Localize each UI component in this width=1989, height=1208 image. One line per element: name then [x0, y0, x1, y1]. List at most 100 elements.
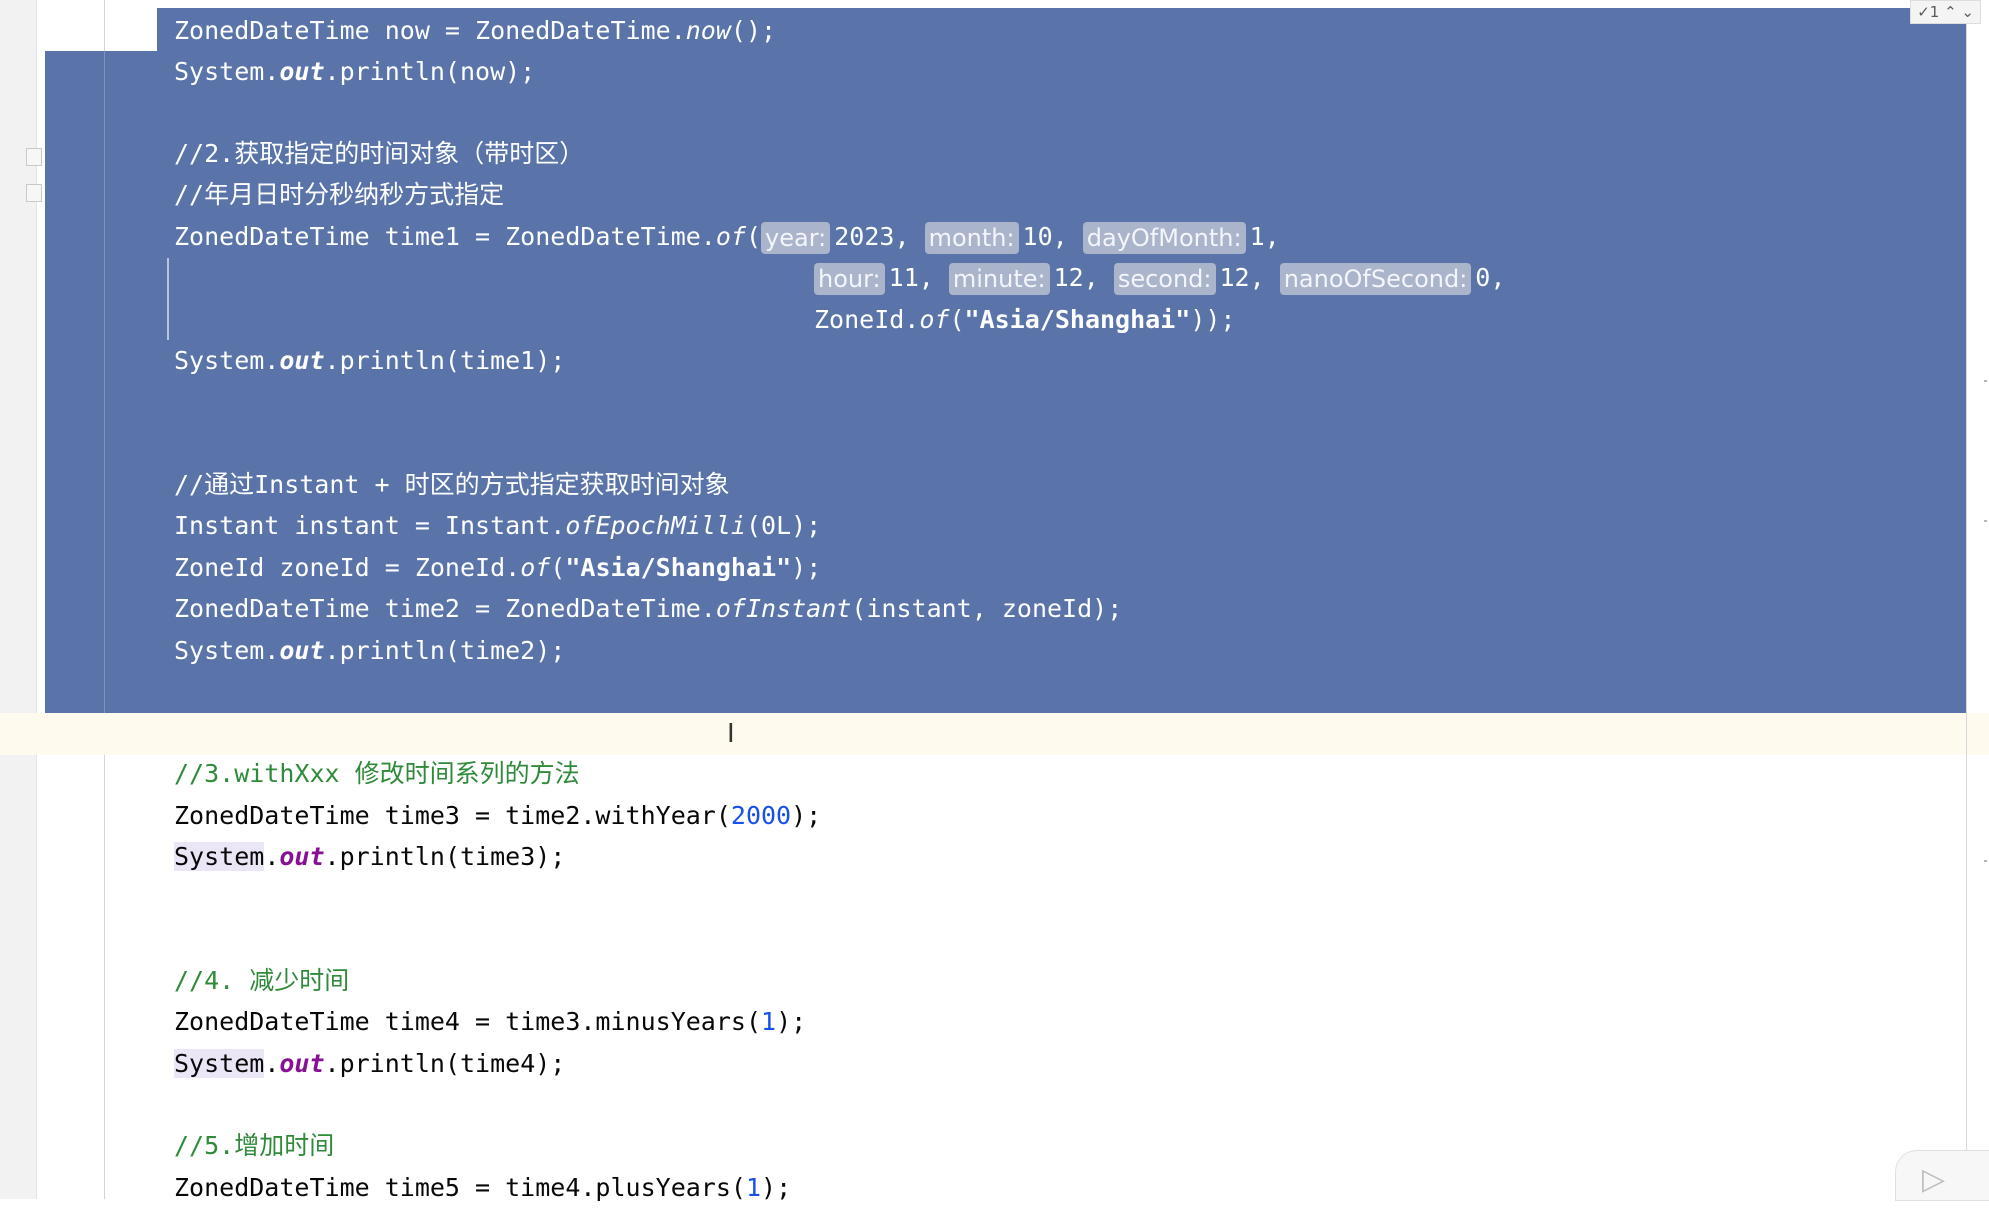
number-token: 0, [1475, 263, 1506, 292]
code-line-print1[interactable]: System.out.println(time1); [174, 340, 565, 381]
indent-guide [167, 258, 169, 340]
method-token: now [685, 16, 731, 45]
comment-token: //2.获取指定的时间对象（带时区） [174, 139, 585, 168]
field-token: out [279, 346, 325, 375]
code-token: System. [174, 636, 280, 665]
code-token: ); [791, 801, 822, 830]
code-line-instant[interactable]: Instant instant = Instant.ofEpochMilli(0… [174, 505, 821, 546]
code-token: (0L); [745, 511, 822, 540]
param-hint-hour: hour: [814, 263, 885, 295]
identifier-highlight: System [174, 1049, 265, 1078]
code-token: ZoneId. [814, 305, 920, 334]
number-token: 12, [1219, 263, 1280, 292]
inspection-status-badge[interactable]: ✓1 ⌃ ⌄ [1910, 0, 1981, 24]
code-token: .println(time3); [324, 842, 566, 871]
code-token: ( [949, 305, 965, 334]
field-token: out [279, 636, 325, 665]
number-token: 1, [1249, 222, 1280, 251]
comment-token: //年月日时分秒纳秒方式指定 [174, 180, 505, 209]
code-token: ZoneId zoneId = ZoneId. [174, 553, 521, 582]
code-token: . [264, 842, 280, 871]
code-token: .println(time1); [324, 346, 566, 375]
code-line-of-cont[interactable]: hour: 11, minute: 12, second: 12, nanoOfSec… [814, 257, 1505, 298]
code-token: . [264, 1049, 280, 1078]
editor-gutter [0, 0, 37, 1199]
code-token: ); [791, 553, 822, 582]
method-token: ofEpochMilli [565, 511, 746, 540]
method-token: of [919, 305, 950, 334]
code-line-2[interactable]: System.out.println(now); [174, 51, 535, 92]
method-token: of [715, 222, 746, 251]
code-token: ( [745, 222, 762, 251]
code-line-time2[interactable]: ZonedDateTime time2 = ZonedDateTime.ofIn… [174, 588, 1122, 629]
code-token: (); [730, 16, 777, 45]
code-line-time4[interactable]: ZonedDateTime time4 = time3.minusYears(1… [174, 1001, 806, 1042]
comment-token: //3.withXxx 修改时间系列的方法 [174, 759, 580, 788]
code-token: .println(time4); [324, 1049, 566, 1078]
comment-line[interactable]: //5.增加时间 [174, 1125, 334, 1166]
string-token: "Asia/Shanghai" [964, 305, 1191, 334]
code-line-zone[interactable]: ZoneId.of("Asia/Shanghai")); [814, 299, 1235, 340]
number-token: 2000 [730, 801, 792, 830]
code-token: ZonedDateTime time4 = time3.minusYears( [174, 1007, 761, 1036]
code-line-print2[interactable]: System.out.println(time2); [174, 630, 565, 671]
code-token: ZonedDateTime time2 = ZonedDateTime. [174, 594, 716, 623]
param-hint-day: dayOfMonth: [1082, 222, 1246, 254]
comment-line[interactable]: //3.withXxx 修改时间系列的方法 [174, 753, 580, 794]
field-token: out [279, 57, 325, 86]
string-token: "Asia/Shanghai" [565, 553, 792, 582]
current-line-highlight [0, 713, 1989, 755]
comment-token: //通过Instant + 时区的方式指定获取时间对象 [174, 470, 730, 499]
code-token: System. [174, 346, 280, 375]
code-line-print4[interactable]: System.out.println(time4); [174, 1043, 565, 1084]
param-hint-second: second: [1113, 263, 1216, 295]
comment-token: //5.增加时间 [174, 1131, 335, 1160]
code-line-print3[interactable]: System.out.println(time3); [174, 836, 565, 877]
comment-token: //4. 减少时间 [174, 966, 350, 995]
number-token: 10, [1022, 222, 1083, 251]
fold-start-icon[interactable] [26, 148, 42, 166]
param-hint-nano: nanoOfSecond: [1279, 263, 1472, 295]
method-token: ofInstant [715, 594, 852, 623]
code-token: ); [776, 1007, 807, 1036]
play-icon[interactable]: ▷ [1922, 1162, 1945, 1197]
number-token: 1 [745, 1173, 762, 1202]
text-cursor-icon: I [727, 719, 735, 749]
code-line-of[interactable]: ZonedDateTime time1 = ZonedDateTime.of(y… [174, 216, 1280, 257]
code-token: ZonedDateTime time1 = ZonedDateTime. [174, 222, 716, 251]
code-token: .println(now); [324, 57, 536, 86]
code-token: ZonedDateTime time3 = time2.withYear( [174, 801, 731, 830]
code-token: Instant instant = Instant. [174, 511, 566, 540]
right-margin-guide [1966, 0, 1967, 1199]
code-token: ZonedDateTime now = ZonedDateTime. [174, 16, 686, 45]
number-token: 12, [1053, 263, 1114, 292]
code-token: .println(time2); [324, 636, 566, 665]
field-token: out [279, 842, 325, 871]
code-token: ); [761, 1173, 792, 1202]
code-token: (instant, zoneId); [851, 594, 1123, 623]
param-hint-year: year: [761, 222, 831, 254]
code-token: ( [550, 553, 566, 582]
code-token: )); [1190, 305, 1236, 334]
number-token: 1 [761, 1007, 777, 1036]
comment-line[interactable]: //4. 减少时间 [174, 960, 349, 1001]
number-token: 2023, [834, 222, 925, 251]
identifier-highlight: System [174, 842, 265, 871]
code-line-1[interactable]: ZonedDateTime now = ZonedDateTime.now(); [174, 10, 776, 51]
comment-line[interactable]: //2.获取指定的时间对象（带时区） [174, 133, 584, 174]
comment-line[interactable]: //年月日时分秒纳秒方式指定 [174, 174, 504, 215]
field-token: out [279, 1049, 325, 1078]
gutter-divider-selected [104, 51, 105, 713]
param-hint-minute: minute: [948, 263, 1050, 295]
scroll-marker[interactable] [1984, 380, 1987, 382]
param-hint-month: month: [924, 222, 1019, 254]
code-token: System. [174, 57, 280, 86]
code-line-time5[interactable]: ZonedDateTime time5 = time4.plusYears(1)… [174, 1167, 791, 1208]
comment-line[interactable]: //通过Instant + 时区的方式指定获取时间对象 [174, 464, 730, 505]
method-token: of [520, 553, 551, 582]
code-line-time3[interactable]: ZonedDateTime time3 = time2.withYear(200… [174, 795, 821, 836]
scroll-marker[interactable] [1984, 520, 1987, 522]
code-line-zoneid[interactable]: ZoneId zoneId = ZoneId.of("Asia/Shanghai… [174, 547, 821, 588]
scroll-marker[interactable] [1984, 860, 1987, 862]
fold-end-icon[interactable] [26, 184, 42, 202]
